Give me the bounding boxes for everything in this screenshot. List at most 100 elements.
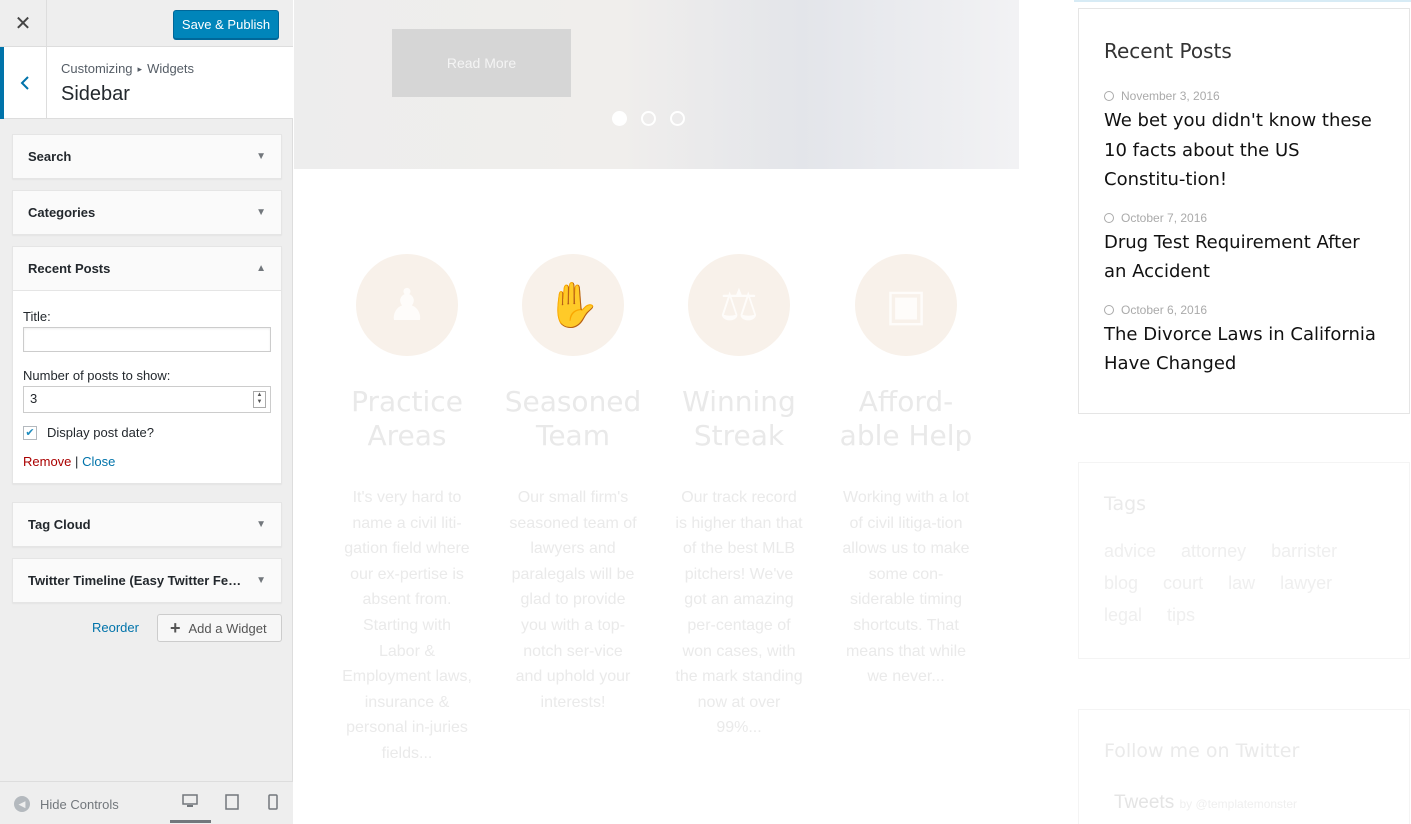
slider-dot-active[interactable] [612, 111, 627, 126]
hide-controls-label: Hide Controls [40, 796, 119, 812]
widget-header[interactable]: Recent Posts ▲ [13, 247, 281, 290]
slider-dot[interactable] [641, 111, 656, 126]
post-link[interactable]: The Divorce Laws in California Have Chan… [1104, 320, 1385, 379]
tag-link[interactable]: barrister [1271, 541, 1337, 561]
recent-post-item: October 7, 2016 Drug Test Requirement Af… [1104, 211, 1385, 287]
widget-header[interactable]: Tag Cloud ▼ [13, 503, 281, 546]
back-button[interactable] [0, 47, 47, 119]
checkmark-icon: ✔ [25, 427, 35, 439]
tag-link[interactable]: advice [1104, 541, 1156, 561]
widget-search[interactable]: Search ▼ [12, 134, 282, 179]
widget-title: Categories [28, 205, 96, 220]
close-icon: ✕ [14, 13, 32, 35]
recent-posts-widget: Recent Posts November 3, 2016 We bet you… [1078, 8, 1410, 414]
tweets-label: Tweets [1114, 792, 1175, 813]
clock-icon [1104, 212, 1114, 223]
mobile-preview-icon[interactable] [265, 794, 281, 810]
widget-recent-posts[interactable]: Recent Posts ▲ Title: Number of posts to… [12, 246, 282, 484]
widget-form: Title: Number of posts to show: 3 ▲ ▼ ✔ D… [13, 290, 281, 483]
post-link[interactable]: We bet you didn't know these 10 facts ab… [1104, 106, 1385, 195]
widget-header[interactable]: Search ▼ [13, 135, 281, 178]
feature-text: Working with a lot of civil litiga-tion … [842, 489, 970, 686]
feature-text: It's very hard to name a civil liti-gati… [342, 489, 472, 762]
feature-affordable-help: ▣ Afford-able Help Working with a lot of… [826, 254, 986, 690]
title-input[interactable] [23, 327, 271, 352]
slider-dot[interactable] [670, 111, 685, 126]
widget-header[interactable]: Categories ▼ [13, 191, 281, 234]
expand-arrow-icon[interactable]: ▼ [256, 151, 266, 162]
site-preview: Read More ♟ Practice Areas It's very har… [294, 0, 1411, 824]
scales-icon: ⚖ [688, 254, 790, 356]
tag-link[interactable]: court [1163, 573, 1203, 593]
recent-post-item: October 6, 2016 The Divorce Laws in Cali… [1104, 303, 1385, 379]
recent-post-item: November 3, 2016 We bet you didn't know … [1104, 89, 1385, 195]
tweets-header: Tweets by @templatemonster [1104, 792, 1385, 814]
tag-link[interactable]: law [1228, 573, 1255, 593]
tags-widget: Tags advice attorney barrister blog cour… [1078, 462, 1410, 659]
post-link[interactable]: Drug Test Requirement After an Accident [1104, 228, 1385, 287]
widget-actions: Remove | Close [23, 454, 271, 469]
tag-cloud: advice attorney barrister blog court law… [1104, 535, 1385, 631]
breadcrumb: Customizing ▸ Widgets [61, 61, 194, 76]
post-date: October 7, 2016 [1104, 211, 1385, 225]
post-date: November 3, 2016 [1104, 89, 1385, 103]
widget-header[interactable]: Twitter Timeline (Easy Twitter Feed Widg… [13, 559, 281, 602]
widget-tag-cloud[interactable]: Tag Cloud ▼ [12, 502, 282, 547]
customizer-footer: ◀ Hide Controls [0, 781, 293, 824]
widget-categories[interactable]: Categories ▼ [12, 190, 282, 235]
display-date-row: ✔ Display post date? [23, 425, 271, 440]
handshake-icon: ✋ [522, 254, 624, 356]
close-customizer-button[interactable]: ✕ [0, 0, 47, 47]
tag-link[interactable]: blog [1104, 573, 1138, 593]
collapse-arrow-icon[interactable]: ▲ [256, 263, 266, 274]
close-link[interactable]: Close [82, 454, 115, 469]
feature-title: Practice Areas [351, 385, 463, 452]
clock-icon [1104, 91, 1114, 101]
twitter-handle[interactable]: by @templatemonster [1179, 797, 1297, 811]
section-header: Customizing ▸ Widgets Sidebar [0, 47, 293, 119]
number-spinner-icon[interactable]: ▲ ▼ [253, 391, 266, 408]
expand-arrow-icon[interactable]: ▼ [256, 575, 266, 586]
add-widget-label: Add a Widget [188, 620, 267, 636]
breadcrumb-separator: ▸ [137, 64, 143, 74]
twitter-title: Follow me on Twitter [1104, 740, 1300, 762]
save-publish-button[interactable]: Save & Publish [173, 10, 279, 39]
feature-practice-areas: ♟ Practice Areas It's very hard to name … [327, 254, 487, 767]
post-date-text: October 6, 2016 [1121, 302, 1208, 317]
display-date-label: Display post date? [47, 425, 154, 440]
display-date-checkbox[interactable]: ✔ [23, 425, 37, 440]
actions-divider: | [75, 454, 79, 469]
active-device-indicator [170, 820, 211, 823]
tag-link[interactable]: legal [1104, 605, 1142, 625]
read-more-button[interactable]: Read More [392, 29, 571, 97]
widget-twitter-timeline[interactable]: Twitter Timeline (Easy Twitter Feed Widg… [12, 558, 282, 603]
wallet-icon: ▣ [855, 254, 957, 356]
section-title: Sidebar [61, 83, 130, 105]
add-widget-button[interactable]: + Add a Widget [157, 614, 282, 642]
breadcrumb-parent: Customizing [61, 61, 133, 76]
recent-posts-title: Recent Posts [1104, 39, 1232, 63]
customizer-panel: ✕ Save & Publish Customizing ▸ Widgets Sid… [0, 0, 293, 824]
tablet-preview-icon[interactable] [224, 794, 240, 810]
sidebar-top-border [1074, 0, 1411, 2]
reorder-link[interactable]: Reorder [92, 620, 139, 635]
tag-link[interactable]: attorney [1181, 541, 1246, 561]
tag-link[interactable]: lawyer [1280, 573, 1332, 593]
desktop-preview-icon[interactable] [182, 794, 198, 810]
hide-controls-button[interactable]: ◀ Hide Controls [14, 796, 119, 812]
remove-link[interactable]: Remove [23, 454, 71, 469]
tags-title: Tags [1104, 493, 1147, 515]
expand-arrow-icon[interactable]: ▼ [256, 519, 266, 530]
twitter-widget: Follow me on Twitter Tweets by @template… [1078, 709, 1410, 824]
widget-title: Twitter Timeline (Easy Twitter Feed Widg… [28, 573, 243, 588]
feature-text: Our small firm's seasoned team of lawyer… [509, 489, 637, 711]
person-tie-icon: ♟ [356, 254, 458, 356]
tag-link[interactable]: tips [1167, 605, 1195, 625]
breadcrumb-child: Widgets [147, 61, 195, 76]
post-count-input[interactable]: 3 ▲ ▼ [23, 386, 271, 413]
expand-arrow-icon[interactable]: ▼ [256, 207, 266, 218]
title-label: Title: [23, 309, 51, 324]
clock-icon [1104, 304, 1114, 315]
feature-winning-streak: ⚖ Winning Streak Our track record is hig… [659, 254, 819, 741]
post-count-label: Number of posts to show: [23, 368, 171, 383]
